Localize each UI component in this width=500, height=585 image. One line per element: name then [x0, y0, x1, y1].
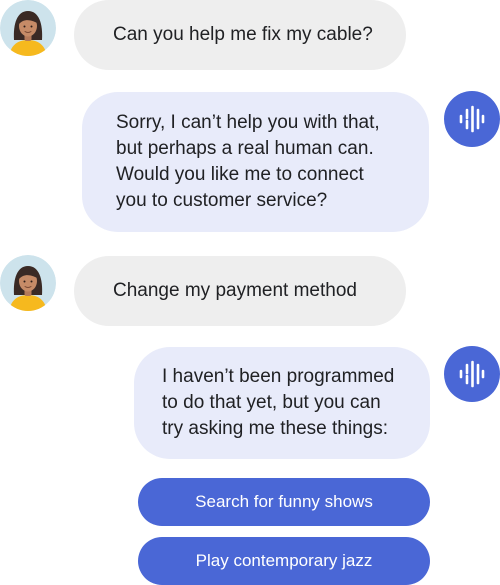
user-message-bubble: Can you help me fix my cable?: [74, 0, 406, 70]
assistant-message-bubble: I haven’t been programmed to do that yet…: [134, 347, 430, 459]
assistant-voice-icon: [444, 346, 500, 402]
user-avatar: [0, 255, 56, 311]
user-avatar-icon: [0, 255, 56, 311]
assistant-message-bubble: Sorry, I can’t help you with that, but p…: [82, 92, 429, 232]
assistant-message-text: I haven’t been programmed to do that yet…: [162, 366, 395, 439]
user-message-text: Can you help me fix my cable?: [113, 24, 373, 45]
suggestion-chip-contemporary-jazz[interactable]: Play contemporary jazz: [138, 537, 430, 585]
user-message-bubble: Change my payment method: [74, 256, 406, 326]
suggestion-chip-label: Play contemporary jazz: [195, 551, 373, 570]
suggestion-chip-label: Search for funny shows: [195, 492, 373, 511]
suggestion-chip-funny-shows[interactable]: Search for funny shows: [138, 478, 430, 526]
user-avatar-icon: [0, 0, 56, 56]
user-avatar: [0, 0, 56, 56]
voice-waveform-icon: [459, 105, 485, 133]
voice-waveform-icon: [459, 360, 485, 388]
user-message-text: Change my payment method: [113, 280, 357, 301]
assistant-voice-icon: [444, 91, 500, 147]
assistant-message-text: Sorry, I can’t help you with that, but p…: [116, 112, 380, 211]
